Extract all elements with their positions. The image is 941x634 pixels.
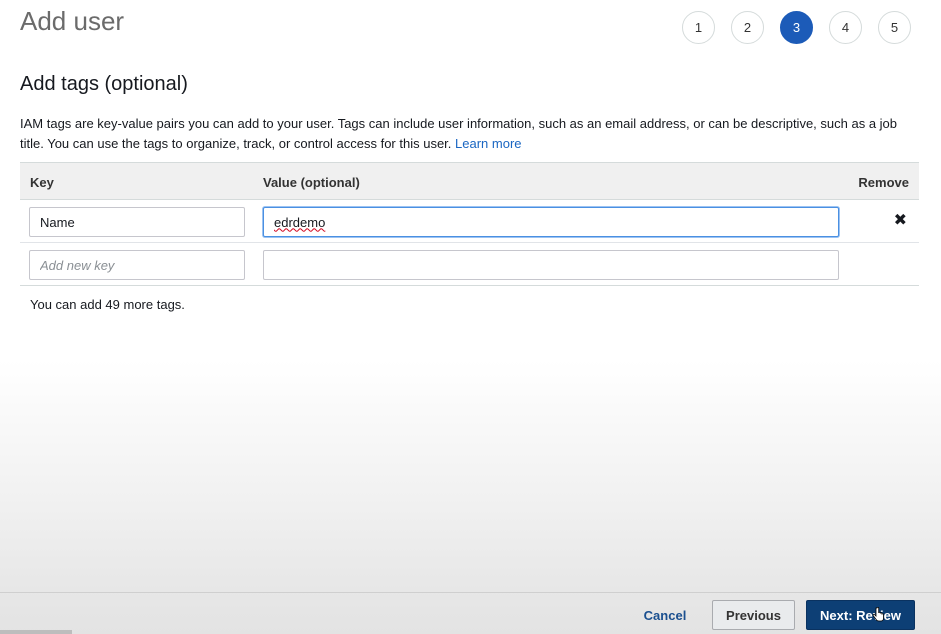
tag-key-input[interactable]: Name: [29, 207, 245, 237]
tag-key-value: Name: [40, 214, 75, 230]
learn-more-link[interactable]: Learn more: [455, 136, 521, 151]
step-2[interactable]: 2: [731, 11, 764, 44]
tag-value-input[interactable]: edrdemo: [263, 207, 839, 237]
step-3-current[interactable]: 3: [780, 11, 813, 44]
previous-button[interactable]: Previous: [712, 600, 795, 630]
new-value-input[interactable]: [263, 250, 839, 280]
horizontal-scrollbar[interactable]: [0, 630, 72, 634]
next-review-button[interactable]: Next: Review: [806, 600, 915, 630]
footer-divider: [0, 592, 941, 593]
remove-tag-icon[interactable]: ✖: [894, 210, 907, 230]
table-row: Name edrdemo ✖: [20, 200, 919, 243]
tags-table: Key Value (optional) Remove Name edrdemo…: [20, 162, 919, 286]
tag-count-text: You can add 49 more tags.: [30, 297, 185, 312]
page-title: Add user: [20, 6, 125, 36]
table-row-new: [20, 243, 919, 286]
step-4[interactable]: 4: [829, 11, 862, 44]
tag-value-text: edrdemo: [274, 214, 326, 230]
step-5[interactable]: 5: [878, 11, 911, 44]
column-header-key: Key: [30, 175, 54, 190]
column-header-value: Value (optional): [263, 175, 360, 190]
column-header-remove: Remove: [858, 175, 909, 190]
section-title: Add tags (optional): [20, 73, 188, 95]
table-header: Key Value (optional) Remove: [20, 162, 919, 200]
step-1[interactable]: 1: [682, 11, 715, 44]
wizard-steps: 1 2 3 4 5: [682, 11, 927, 44]
section-description: IAM tags are key-value pairs you can add…: [20, 114, 920, 154]
new-key-input[interactable]: [29, 250, 245, 280]
cancel-button[interactable]: Cancel: [630, 600, 700, 630]
